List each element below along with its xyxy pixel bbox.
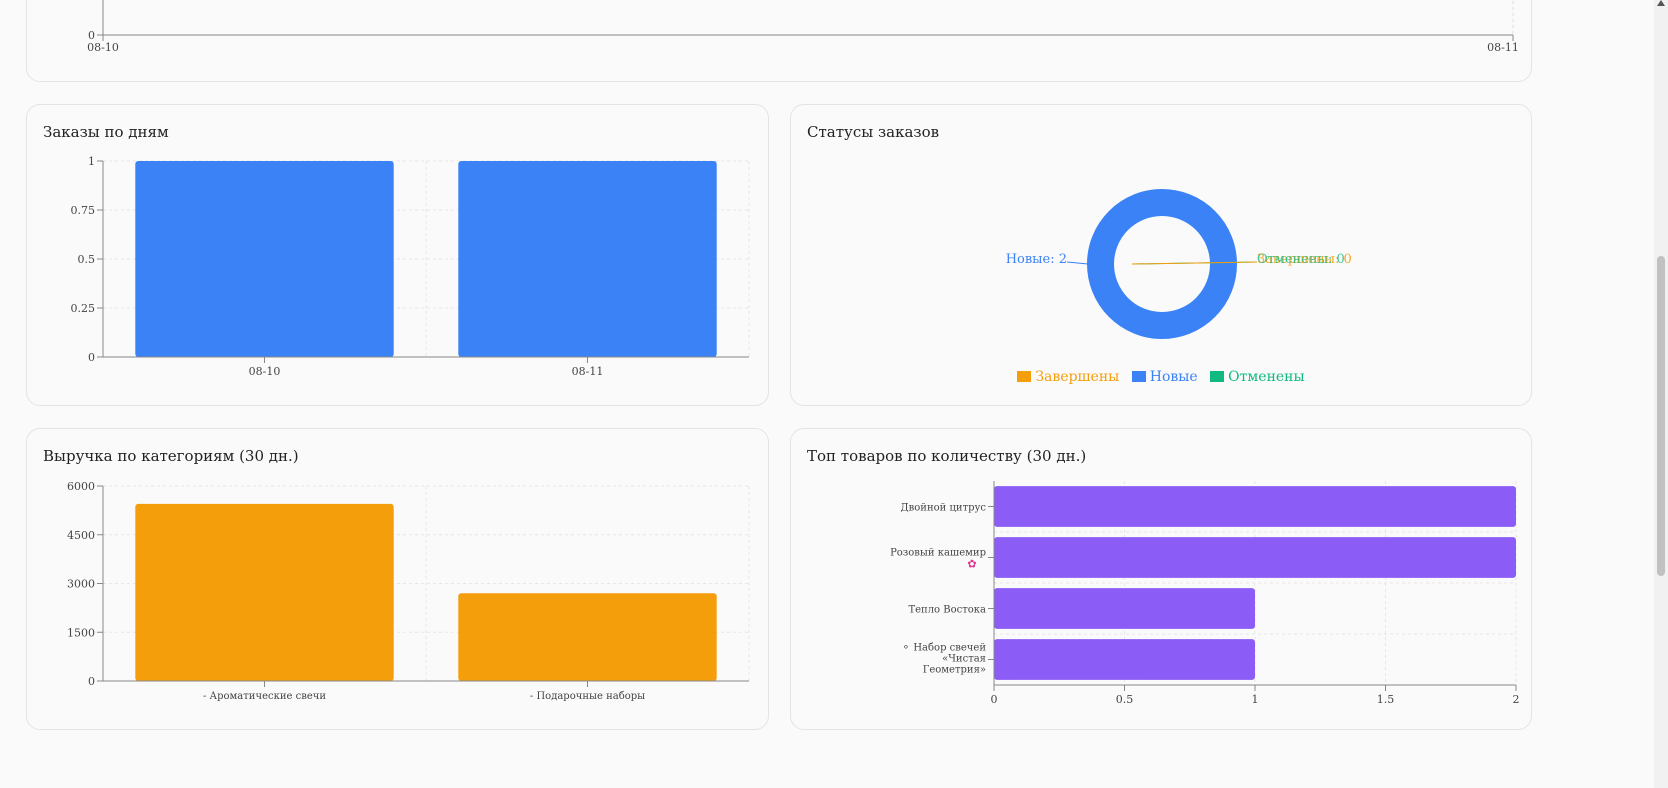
top-chart-x-tick-label: 08-10 [87,41,119,54]
products-x-tick-label: 0.5 [1116,693,1134,706]
orders-bar [458,161,717,357]
orders-y-tick-label: 1 [88,155,95,168]
flower-icon: ✿ [967,558,976,571]
revenue-y-tick-label: 3000 [67,578,95,591]
legend-label-completed: Завершены [1035,369,1120,385]
products-x-tick-label: 2 [1513,693,1520,706]
orders-y-tick-label: 0.5 [78,253,96,266]
orders-x-tick-label: 08-10 [249,365,281,378]
revenue-x-tick-label: - Ароматические свечи [203,691,326,702]
status-slice-label: Новые: 2 [1006,252,1067,267]
status-slice-label: Отменены: 0 [1257,252,1345,267]
legend-item-completed[interactable]: Завершены [1017,369,1119,385]
legend-swatch-completed [1017,371,1032,382]
orders-x-tick-label: 08-11 [572,365,604,378]
legend-label-new: Новые [1149,369,1198,385]
orders-y-tick-label: 0.25 [71,302,96,315]
products-x-tick-label: 1 [1252,693,1259,706]
products-bar [994,639,1255,680]
top-products-card: Топ товаров по количеству (30 дн.) 0 0.5 1… [790,428,1532,730]
legend-swatch-cancelled [1210,371,1225,382]
order-status-chart: Новые: 2 Завершены: 0Отменены: 0 [1006,189,1352,339]
products-x-tick-label: 0 [991,693,998,706]
revenue-by-category-card: Выручка по категориям (30 дн.) 0 1500 3000… [26,428,769,730]
revenue-y-tick-label: 1500 [67,626,95,639]
products-bar [994,486,1516,527]
top-chart-card: 0 08-10 08-11 [26,0,1532,82]
revenue-by-category-chart: 0 1500 3000 4500 6000 - Ароматические свечи - … [67,480,750,702]
products-y-tick-label: Тепло Востока [908,605,986,616]
revenue-bar [135,503,394,681]
scrollbar-thumb[interactable] [1657,256,1665,576]
products-x-tick-label: 1.5 [1377,693,1395,706]
revenue-y-tick-label: 0 [88,675,95,688]
top-chart-x-tick-label: 08-11 [1487,41,1519,54]
revenue-x-tick-label: - Подарочные наборы [530,691,645,702]
top-chart: 0 08-10 08-11 [87,0,1519,54]
revenue-bar [458,593,717,681]
products-bar [994,537,1516,578]
orders-by-day-chart: 0 0.25 0.5 0.75 1 08-10 08-11 [71,155,750,378]
legend-item-cancelled[interactable]: Отменены [1210,369,1305,385]
orders-y-tick-label: 0.75 [71,204,96,217]
products-y-tick-label: ⚬ Набор свечей «Чистая Геометрия» [902,643,987,676]
orders-bar [135,161,394,357]
revenue-y-tick-label: 4500 [67,529,95,542]
products-y-tick-label: Двойной цитрус [901,503,987,514]
status-leader-line [1131,261,1258,265]
legend-swatch-new [1131,371,1146,382]
legend-item-new[interactable]: Новые [1131,369,1198,385]
revenue-y-tick-label: 6000 [67,480,95,493]
page-scrollbar[interactable] [1654,0,1668,788]
orders-by-day-card: Заказы по дням 0 0.25 0.5 0.75 1 08-10 08-11 [26,104,769,406]
order-status-card: Статусы заказов Новые: 2 Завершены: 0 Отме… [790,104,1532,406]
top-products-chart: 0 0.5 1 1.5 2Двойной цитрусРозовый кашемир✿Т… [890,481,1520,706]
scroll-up-arrow-icon[interactable] [1657,0,1665,6]
orders-y-tick-label: 0 [88,351,95,364]
legend-label-cancelled: Отменены [1228,369,1305,385]
order-status-legend: Завершены Новые Отменены [791,369,1531,385]
status-leader-line [1066,261,1089,265]
products-bar [994,588,1255,629]
